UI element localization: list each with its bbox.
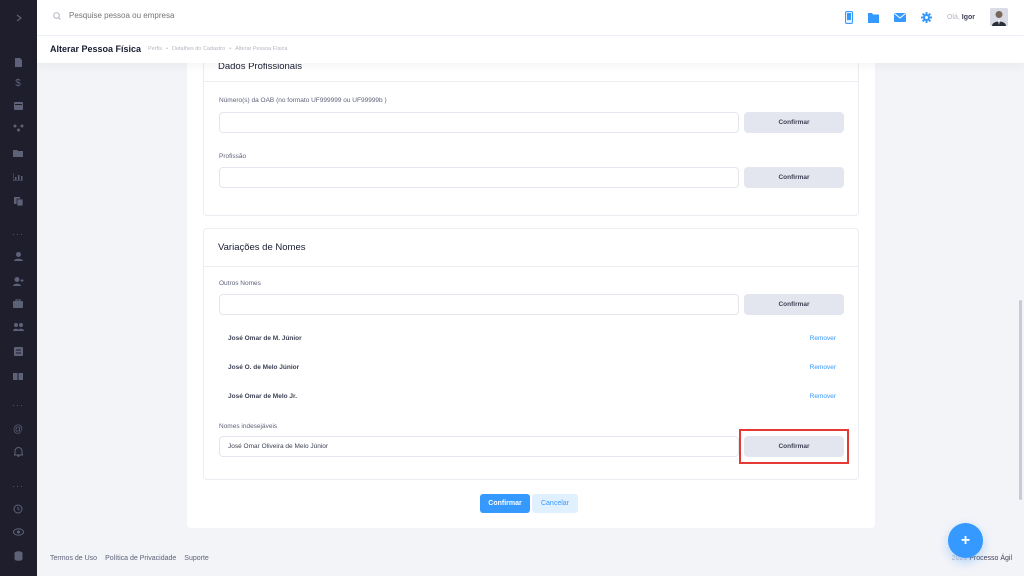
eye-icon[interactable]: [11, 526, 25, 538]
remove-link[interactable]: Remover: [810, 364, 836, 371]
name-variation: José Omar de Melo Jr.: [228, 392, 298, 400]
topbar-actions: Olá, Igor: [844, 8, 1008, 26]
bell-icon[interactable]: [11, 446, 25, 458]
search-icon: [53, 11, 61, 20]
undesired-names-label: Nomes indesejáveis: [219, 423, 278, 430]
divider: [204, 81, 858, 82]
breadcrumb: Perfis • Detalhes do Cadastro • Alterar …: [148, 46, 287, 52]
user-greeting[interactable]: Olá, Igor: [947, 14, 975, 21]
search-input[interactable]: [69, 11, 269, 20]
users-icon[interactable]: [11, 321, 25, 333]
cancel-button[interactable]: Cancelar: [532, 494, 578, 513]
page-title: Alterar Pessoa Física: [50, 44, 142, 54]
database-icon[interactable]: [11, 550, 25, 562]
breadcrumb-separator: •: [229, 46, 232, 52]
confirm-button[interactable]: Confirmar: [480, 494, 530, 513]
avatar[interactable]: [990, 8, 1008, 26]
user-name: Igor: [961, 13, 975, 21]
separator-dots: ···: [12, 400, 24, 410]
name-variation: José Omar de M. Júnior: [228, 334, 302, 342]
confirm-other-names-button[interactable]: Confirmar: [744, 294, 844, 315]
chevron-right-icon: [16, 14, 22, 22]
chart-icon[interactable]: [11, 171, 25, 183]
divider: [204, 266, 858, 267]
sidebar: $ ··· ··· @ ···: [0, 0, 37, 576]
other-names-label: Outros Nomes: [219, 280, 261, 287]
list-item: José O. de Melo Júnior Remover: [228, 360, 836, 374]
sidebar-toggle-button[interactable]: [0, 0, 37, 36]
footer-link[interactable]: Política de Privacidade: [105, 555, 176, 562]
form-card: Dados Profissionais Número(s) da OAB (no…: [187, 48, 875, 528]
at-icon[interactable]: @: [11, 423, 25, 435]
mail-icon[interactable]: [893, 12, 906, 22]
separator-dots: ···: [12, 481, 24, 491]
dollar-icon[interactable]: $: [11, 77, 25, 89]
gear-icon[interactable]: [920, 11, 932, 23]
network-icon[interactable]: [11, 122, 25, 134]
file-icon[interactable]: [867, 12, 879, 23]
name-variation: José O. de Melo Júnior: [228, 363, 300, 371]
calendar-icon[interactable]: [11, 99, 25, 111]
greeting-prefix: Olá,: [946, 13, 960, 21]
confirm-oab-button[interactable]: Confirmar: [744, 112, 844, 133]
subheader: Alterar Pessoa Física Perfis • Detalhes …: [37, 36, 1024, 63]
phone-icon[interactable]: [844, 10, 853, 24]
profession-label: Profissão: [219, 153, 247, 160]
list-item: José Omar de Melo Jr. Remover: [228, 389, 836, 403]
other-names-input[interactable]: [219, 294, 739, 315]
user-icon[interactable]: [11, 250, 25, 262]
add-fab-button[interactable]: +: [948, 523, 983, 558]
document-icon[interactable]: [11, 56, 25, 68]
brand-name: Processo Ágil: [969, 555, 1012, 562]
footer-link[interactable]: Suporte: [184, 555, 209, 562]
undesired-names-input[interactable]: [219, 436, 739, 457]
folder-icon[interactable]: [11, 147, 25, 159]
remove-link[interactable]: Remover: [810, 335, 836, 342]
profession-input[interactable]: [219, 167, 739, 188]
separator-dots: ···: [12, 229, 24, 239]
copy-icon[interactable]: [11, 195, 25, 207]
oab-input[interactable]: [219, 112, 739, 133]
briefcase-icon[interactable]: [11, 297, 25, 309]
oab-label: Número(s) da OAB (no formato UF999999 ou…: [219, 97, 387, 104]
topbar: Olá, Igor: [37, 0, 1024, 36]
list-item: José Omar de M. Júnior Remover: [228, 331, 836, 345]
gift-icon[interactable]: [11, 369, 25, 381]
section-title: Variações de Nomes: [218, 242, 306, 253]
breadcrumb-item[interactable]: Alterar Pessoa Física: [235, 46, 287, 52]
name-variations-section: Variações de Nomes Outros Nomes Confirma…: [203, 228, 859, 480]
list-icon[interactable]: [11, 345, 25, 357]
scrollbar-thumb[interactable]: [1019, 300, 1022, 500]
footer-link[interactable]: Termos de Uso: [50, 555, 97, 562]
user-add-icon[interactable]: [11, 275, 25, 287]
remove-link[interactable]: Remover: [810, 393, 836, 400]
footer-links: Termos de Uso Política de Privacidade Su…: [50, 555, 209, 562]
highlight-box: [739, 429, 849, 464]
confirm-profession-button[interactable]: Confirmar: [744, 167, 844, 188]
history-icon[interactable]: [11, 503, 25, 515]
breadcrumb-separator: •: [166, 46, 168, 52]
form-actions: Confirmar Cancelar: [480, 494, 578, 513]
footer: Termos de Uso Política de Privacidade Su…: [37, 545, 1024, 576]
breadcrumb-item[interactable]: Perfis: [148, 46, 162, 52]
breadcrumb-item[interactable]: Detalhes do Cadastro: [172, 46, 225, 52]
professional-data-section: Dados Profissionais Número(s) da OAB (no…: [203, 48, 859, 216]
search-bar: [53, 11, 269, 20]
